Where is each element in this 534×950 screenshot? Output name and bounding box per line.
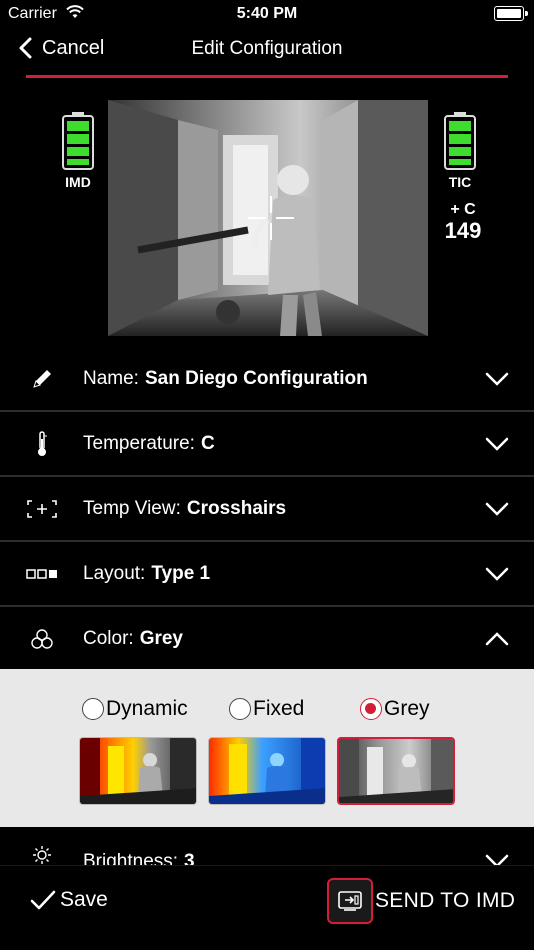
setting-row-temperature[interactable]: Temperature: C: [0, 412, 534, 477]
color-option-label: Dynamic: [106, 697, 188, 720]
bottom-toolbar: Save SEND TO IMD: [0, 865, 534, 950]
color-option-dynamic[interactable]: Dynamic: [82, 697, 188, 721]
setting-label: Color:: [83, 628, 134, 649]
temperature-readout: + C 149: [433, 202, 493, 242]
chevron-up-icon: [485, 632, 509, 646]
color-option-grey[interactable]: Grey: [360, 697, 430, 721]
chevron-down-icon: [485, 567, 509, 581]
title-divider: [26, 75, 508, 78]
display-preview: IMD TIC + C 149: [48, 100, 488, 336]
dynamic-palette-thumbnail[interactable]: [79, 737, 197, 805]
imd-battery-icon: [62, 112, 94, 170]
setting-row-name[interactable]: Name: San Diego Configuration: [0, 347, 534, 412]
setting-value: 3: [184, 851, 195, 865]
setting-value: Type 1: [151, 563, 211, 584]
grey-palette-thumbnail[interactable]: [337, 737, 455, 805]
layout-blocks-icon: [26, 562, 58, 586]
thermometer-icon: [26, 431, 58, 456]
setting-value: Grey: [139, 628, 183, 649]
setting-row-layout[interactable]: Layout: Type 1: [0, 542, 534, 607]
pencil-icon: [26, 367, 58, 391]
setting-row-color[interactable]: Color: Grey: [0, 607, 534, 672]
send-device-icon: [327, 878, 373, 924]
setting-row-brightness[interactable]: Brightness: 3: [0, 831, 534, 865]
sun-icon: [32, 845, 52, 865]
chevron-left-icon: [16, 34, 38, 62]
temperature-unit: + C: [450, 201, 476, 218]
radio-unchecked-icon: [82, 698, 104, 720]
settings-list: Name: San Diego Configuration Temperature…: [0, 347, 534, 672]
send-to-imd-label: SEND TO IMD: [375, 889, 516, 912]
chevron-down-icon: [485, 372, 509, 386]
color-option-label: Grey: [384, 697, 430, 720]
tic-battery-icon: [444, 112, 476, 170]
chevron-down-icon: [485, 502, 509, 516]
send-to-imd-button[interactable]: SEND TO IMD: [327, 878, 515, 924]
color-option-fixed[interactable]: Fixed: [229, 697, 304, 721]
status-bar: Carrier 5:40 PM: [0, 0, 534, 28]
chevron-down-icon: [485, 854, 509, 865]
setting-label: Layout:: [83, 563, 146, 584]
setting-value: San Diego Configuration: [144, 368, 368, 389]
setting-value: C: [200, 433, 215, 454]
setting-label: Brightness:: [83, 851, 179, 865]
setting-label: Temperature:: [83, 433, 195, 454]
battery-icon: [494, 6, 528, 21]
setting-label: Temp View:: [83, 498, 181, 519]
radio-unchecked-icon: [229, 698, 251, 720]
temperature-value: 149: [444, 218, 482, 243]
cancel-label: Cancel: [42, 36, 105, 59]
thermal-image: [108, 100, 428, 336]
chevron-down-icon: [485, 437, 509, 451]
navigation-bar: Cancel Edit Configuration: [0, 28, 534, 72]
setting-value: Crosshairs: [186, 498, 287, 519]
checkmark-icon: [30, 890, 56, 910]
radio-checked-icon: [360, 698, 382, 720]
color-options-panel: Dynamic Fixed Grey: [0, 669, 534, 827]
save-label: Save: [60, 888, 108, 911]
color-option-label: Fixed: [253, 697, 305, 720]
save-button[interactable]: Save: [30, 888, 108, 912]
crosshair-bracket-icon: [26, 497, 58, 521]
fixed-palette-thumbnail[interactable]: [208, 737, 326, 805]
tic-battery-label: TIC: [448, 174, 472, 190]
cancel-button[interactable]: Cancel: [16, 34, 104, 62]
clock: 5:40 PM: [236, 5, 298, 22]
color-radio-group: Dynamic Fixed Grey: [0, 697, 534, 723]
setting-row-temp-view[interactable]: Temp View: Crosshairs: [0, 477, 534, 542]
imd-battery-label: IMD: [65, 174, 91, 190]
color-circles-icon: [26, 627, 58, 651]
setting-label: Name:: [83, 368, 139, 389]
